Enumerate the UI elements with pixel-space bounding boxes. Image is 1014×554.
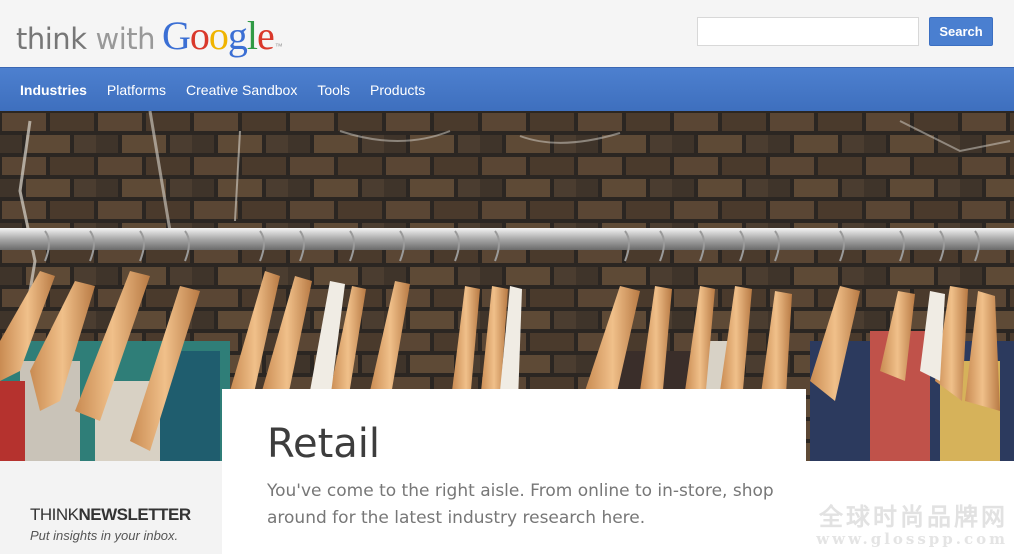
watermark-chinese-text: 全球时尚品牌网 (819, 502, 1008, 531)
watermark-url-text: www.glosspp.com (816, 530, 1008, 548)
logo-google-letter: o (208, 13, 229, 58)
main-nav: Industries Platforms Creative Sandbox To… (0, 67, 1014, 111)
logo-google-letter: e (257, 13, 275, 58)
think-with-google-logo[interactable]: think with Google ™ (16, 12, 283, 59)
trademark-mark: ™ (274, 42, 283, 51)
logo-google-letter: o (189, 13, 210, 58)
logo-google-letter: l (246, 13, 258, 58)
nav-item-platforms[interactable]: Platforms (107, 82, 166, 98)
newsletter-box[interactable]: THINKNEWSLETTER Put insights in your inb… (0, 461, 222, 554)
newsletter-title: THINKNEWSLETTER (30, 505, 191, 525)
site-watermark: 全球时尚品牌网 www.glosspp.com (808, 497, 1014, 548)
logo-google-text: Google (162, 12, 275, 59)
logo-think-text: think (16, 22, 87, 56)
nav-item-products[interactable]: Products (370, 82, 425, 98)
nav-item-industries[interactable]: Industries (20, 82, 87, 98)
newsletter-subtitle: Put insights in your inbox. (30, 528, 179, 543)
search-input[interactable] (697, 17, 919, 46)
nav-item-creative-sandbox[interactable]: Creative Sandbox (186, 82, 297, 98)
site-header: think with Google ™ Search (0, 0, 1014, 67)
page-description: You've come to the right aisle. From onl… (267, 481, 774, 528)
logo-with-text: with (95, 22, 156, 56)
page-title: Retail (267, 421, 381, 467)
logo-google-letter: g (227, 13, 248, 58)
industry-intro-card: Retail You've come to the right aisle. F… (222, 389, 806, 554)
newsletter-think-label: THINK (30, 505, 79, 524)
search-button[interactable]: Search (929, 17, 993, 46)
nav-item-tools[interactable]: Tools (317, 82, 350, 98)
newsletter-label: NEWSLETTER (78, 505, 192, 524)
logo-google-letter: G (162, 13, 191, 58)
